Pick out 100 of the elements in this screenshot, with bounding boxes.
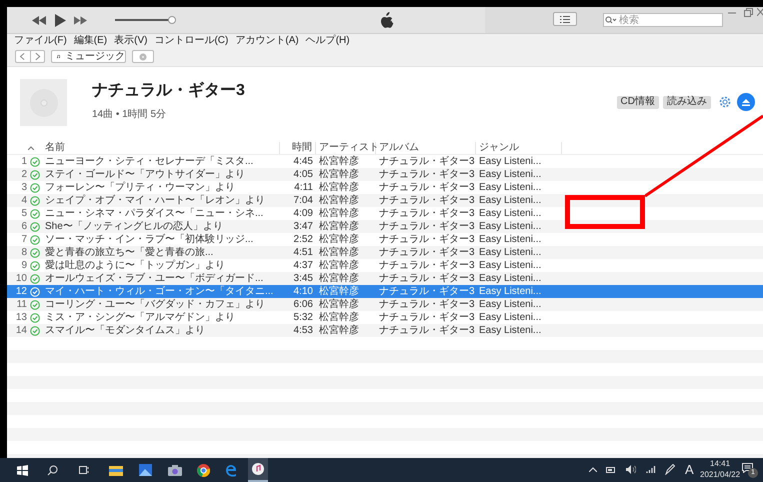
track-artist: 松宮幹彦 (318, 220, 360, 232)
track-genre: Easy Listeni... (478, 182, 542, 194)
folder-icon[interactable] (109, 464, 123, 476)
close-icon[interactable] (757, 8, 763, 16)
speaker-icon[interactable] (626, 465, 636, 474)
checkbox[interactable] (30, 208, 40, 218)
disc-icon (139, 52, 147, 60)
clock-time[interactable]: 14:41 (710, 459, 730, 469)
list-view-button[interactable] (553, 12, 577, 26)
search-icon[interactable] (47, 464, 58, 476)
checkbox[interactable] (30, 234, 40, 244)
edge-icon[interactable] (225, 464, 237, 476)
checkbox[interactable] (30, 274, 40, 284)
column-header[interactable]: 名前 (42, 142, 280, 154)
track-number: 12 (14, 286, 27, 298)
fast-forward-icon[interactable] (74, 16, 87, 24)
caret-up-icon[interactable] (589, 467, 597, 472)
play-icon[interactable] (55, 14, 66, 26)
track-genre: Easy Listeni... (478, 324, 542, 336)
track-row[interactable]: 2 ステイ・ゴールド〜「アウトサイダー」より 4:05 松宮幹彦 ナチュラル・ギター3 Easy Listeni... (7, 168, 562, 181)
rewind-icon[interactable] (32, 16, 46, 24)
track-row[interactable]: 12 マイ・ハート・ウィル・ゴー・オン〜「タイタニ... 4:10 松宮幹彦 ナチュラル・ギター3 Easy Listeni... (7, 285, 763, 298)
menu-item[interactable]: コントロール(C) (154, 34, 228, 46)
track-number: 1 (20, 156, 27, 168)
track-number: 5 (20, 208, 27, 220)
track-number: 9 (20, 260, 27, 272)
checkbox[interactable] (30, 156, 40, 166)
album-summary: 14曲 • 1時間 5分 (92, 109, 168, 121)
menu-item[interactable]: 編集(E) (74, 34, 108, 46)
track-row[interactable]: 10 オールウェイズ・ラブ・ユー〜「ボディガード... 3:45 松宮幹彦 ナチュラル・ギター3 Easy Listeni... (7, 272, 562, 285)
back-forward-buttons[interactable] (15, 50, 45, 63)
clock-date[interactable]: 2021/04/22 (700, 469, 740, 480)
signal-icon[interactable] (646, 466, 656, 473)
track-title: 愛と青春の旅立ち〜「愛と青春の旅... (44, 246, 214, 258)
device-button[interactable] (132, 50, 154, 63)
media-type-dropdown[interactable]: ミュージック (51, 50, 126, 63)
track-time: 4:45 (292, 156, 314, 168)
sort-caret-icon[interactable] (28, 146, 34, 150)
track-album: ナチュラル・ギター3 (378, 272, 476, 284)
windows-start-icon[interactable] (17, 464, 28, 476)
checkbox[interactable] (30, 300, 40, 310)
track-artist: 松宮幹彦 (318, 286, 360, 298)
track-row[interactable]: 7 ソー・マッチ・イン・ラブ〜「初体験リッジ... 2:52 松宮幹彦 ナチュラル・ギター3 Easy Listeni... (7, 233, 562, 246)
header-button[interactable]: 読み込み (663, 96, 711, 108)
pen-icon[interactable] (665, 464, 675, 475)
track-album: ナチュラル・ギター3 (378, 194, 476, 206)
track-album: ナチュラル・ギター3 (378, 286, 476, 298)
checkbox[interactable] (30, 248, 40, 258)
camera-icon[interactable] (168, 464, 182, 476)
music-app-icon[interactable] (252, 463, 264, 475)
track-album: ナチュラル・ギター3 (378, 298, 476, 310)
menu-item[interactable]: ファイル(F) (14, 34, 67, 46)
checkbox[interactable] (30, 182, 40, 192)
search-field[interactable]: 検索 (603, 13, 723, 27)
photos-icon[interactable] (139, 464, 152, 476)
minimize-icon[interactable] (728, 10, 736, 16)
chrome-icon[interactable] (197, 464, 210, 476)
track-number: 10 (14, 272, 27, 284)
checkbox[interactable] (30, 312, 40, 322)
track-row[interactable]: 4 シェイプ・オブ・マイ・ハート〜「レオン」より 7:04 松宮幹彦 ナチュラル・ギター3 Easy Listeni... (7, 194, 562, 207)
column-header[interactable]: アルバム (376, 142, 476, 154)
album-title: ナチュラル・ギター3 (92, 81, 245, 101)
track-row[interactable]: 8 愛と青春の旅立ち〜「愛と青春の旅... 4:51 松宮幹彦 ナチュラル・ギター3 Easy Listeni... (7, 246, 562, 259)
checkbox[interactable] (30, 222, 40, 232)
track-number: 11 (16, 298, 27, 310)
header-button[interactable]: CD情報 (616, 96, 659, 108)
checkbox[interactable] (30, 170, 40, 180)
track-row[interactable]: 9 愛は吐息のように〜「トップガン」より 4:37 松宮幹彦 ナチュラル・ギター3 Easy Listeni... (7, 259, 562, 272)
input-mode-indicator[interactable]: A (685, 462, 694, 477)
track-row[interactable]: 13 ミス・ア・シング〜「アルマゲドン」より 5:32 松宮幹彦 ナチュラル・ギター3 Easy Listeni... (7, 311, 562, 324)
battery-icon[interactable] (606, 467, 616, 473)
track-row[interactable]: 3 フォーレン〜「プリティ・ウーマン」より 4:11 松宮幹彦 ナチュラル・ギター3 Easy Listeni... (7, 181, 562, 194)
volume-slider[interactable] (115, 15, 175, 25)
menu-item[interactable]: アカウント(A) (235, 34, 299, 46)
track-artist: 松宮幹彦 (318, 246, 360, 258)
column-header[interactable]: アーティスト (316, 142, 376, 154)
track-genre: Easy Listeni... (478, 272, 542, 284)
track-row[interactable]: 1 ニューヨーク・シティ・セレナーデ「ミスタ... 4:45 松宮幹彦 ナチュラル・ギター3 Easy Listeni... (7, 155, 562, 168)
track-time: 6:06 (292, 298, 314, 310)
checkbox[interactable] (30, 196, 40, 206)
column-header[interactable]: 時間 (280, 142, 316, 154)
notifications-icon[interactable] (742, 463, 753, 473)
track-row[interactable]: 11 コーリング・ユー〜「バグダッド・カフェ」より 6:06 松宮幹彦 ナチュラル・ギター3 Easy Listeni... (7, 298, 562, 311)
track-time: 4:11 (293, 182, 314, 194)
menu-item[interactable]: ヘルプ(H) (306, 34, 350, 46)
checkbox[interactable] (30, 326, 40, 336)
restore-icon[interactable] (744, 8, 753, 17)
eject-button[interactable] (737, 93, 755, 111)
checkbox[interactable] (30, 260, 40, 270)
track-title: コーリング・ユー〜「バグダッド・カフェ」より (44, 298, 266, 310)
track-row[interactable]: 5 ニュー・シネマ・パラダイス〜「ニュー・シネ... 4:09 松宮幹彦 ナチュラル・ギター3 Easy Listeni... (7, 207, 562, 220)
track-row[interactable]: 14 スマイル〜「モダンタイムス」より 4:53 松宮幹彦 ナチュラル・ギター3 Easy Listeni... (7, 324, 562, 337)
track-artist: 松宮幹彦 (318, 156, 360, 168)
menu-item[interactable]: 表示(V) (114, 34, 148, 46)
track-genre: Easy Listeni... (478, 298, 542, 310)
track-row[interactable]: 6 She〜「ノッティングヒルの恋人」より 3:47 松宮幹彦 ナチュラル・ギター3 Easy Listeni... (7, 220, 562, 233)
track-genre: Easy Listeni... (478, 156, 542, 168)
settings-icon[interactable] (719, 96, 731, 108)
column-header[interactable]: ジャンル (476, 142, 562, 154)
task-view-icon[interactable] (78, 465, 89, 475)
